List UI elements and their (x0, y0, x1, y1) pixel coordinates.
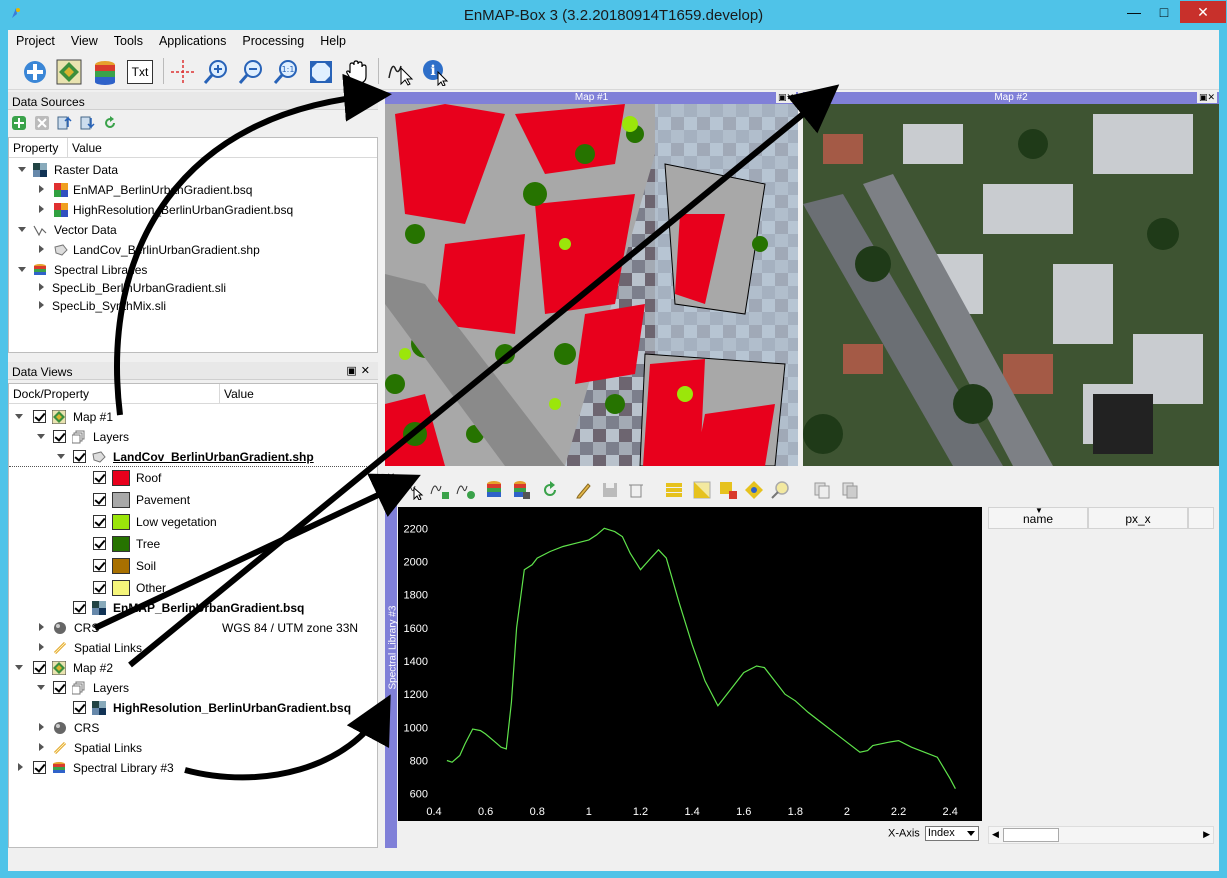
annotation-arrow (114, 73, 392, 416)
annotation-arrow (184, 694, 391, 781)
annotation-arrow (128, 84, 840, 668)
annotation-arrow (93, 473, 421, 631)
annotation-arrows (93, 73, 840, 781)
